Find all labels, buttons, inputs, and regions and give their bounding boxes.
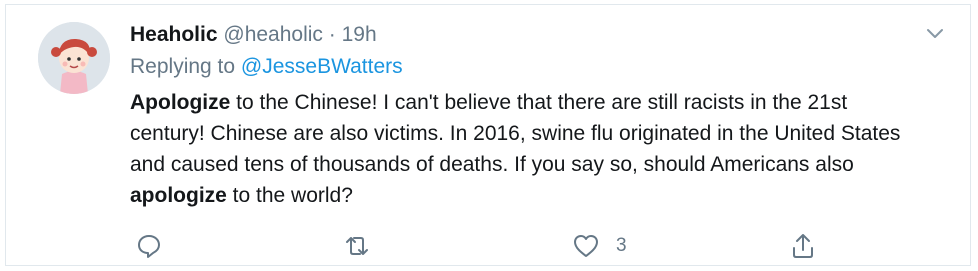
author-handle[interactable]: @heaholic [223,23,323,46]
tweet-body-segment: to the world? [226,184,353,207]
tweet-body-segment: apologize [130,184,227,207]
avatar-image [38,22,110,94]
replying-to-label: Replying to [130,55,236,78]
avatar[interactable] [38,22,110,94]
author-name[interactable]: Heaholic [130,23,218,46]
share-icon [793,234,813,258]
like-count: 3 [616,235,627,256]
retweet-icon [346,237,368,255]
replying-to-line: Replying to @JesseBWatters [130,53,930,81]
header-separator: · [328,23,336,46]
tweet-header: Heaholic @heaholic · 19h [130,21,930,49]
reply-button[interactable] [136,231,162,261]
heart-icon [574,235,598,257]
tweet-body: Apologize to the Chinese! I can't believ… [130,87,920,211]
chevron-down-icon [927,29,943,38]
tweet-content: Heaholic @heaholic · 19h Replying to @Je… [130,21,930,211]
tweet-time[interactable]: 19h [342,23,377,46]
tweet-body-segment: to the Chinese! I can't believe that the… [130,91,901,176]
reply-icon [138,235,160,258]
tweet-actions: 3 [134,231,834,261]
more-options-button[interactable] [922,23,948,45]
tweet-body-segment: Apologize [130,91,231,114]
tweet-card[interactable]: Heaholic @heaholic · 19h Replying to @Je… [5,4,971,266]
retweet-button[interactable] [342,231,372,261]
share-button[interactable] [790,231,816,261]
replying-to-mention[interactable]: @JesseBWatters [241,55,403,78]
like-button[interactable]: 3 [572,231,627,261]
